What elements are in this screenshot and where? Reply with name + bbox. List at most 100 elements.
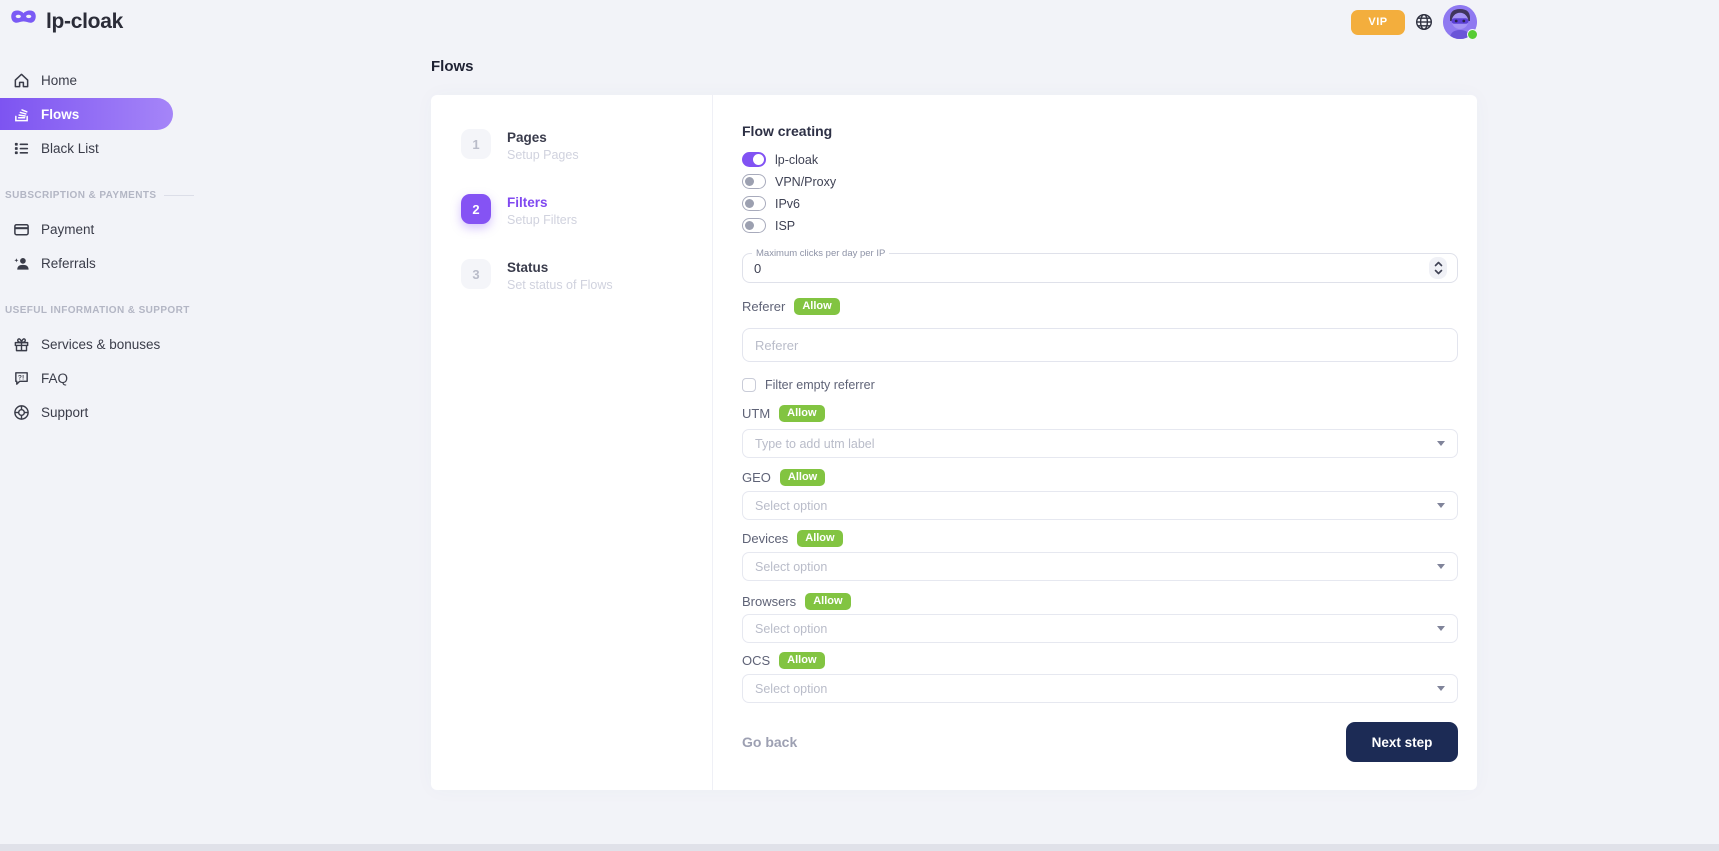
referer-allow-badge[interactable]: Allow xyxy=(794,298,839,315)
sidebar-item-payment[interactable]: Payment xyxy=(0,213,173,245)
sidebar-item-label: Flows xyxy=(41,107,79,122)
chevron-down-icon xyxy=(1437,686,1445,691)
max-clicks-label: Maximum clicks per day per IP xyxy=(752,248,889,259)
filter-empty-referrer-row[interactable]: Filter empty referrer xyxy=(742,377,1458,392)
chevron-down-icon xyxy=(1437,626,1445,631)
lp-cloak-toggle[interactable] xyxy=(742,152,766,167)
gift-icon xyxy=(12,335,30,353)
ipv6-toggle[interactable] xyxy=(742,196,766,211)
toggle-row-isp[interactable]: ISP xyxy=(742,218,1458,233)
logo-text: lp-cloak xyxy=(46,10,123,34)
toggle-label: VPN/Proxy xyxy=(775,175,836,189)
toggle-row-vpn-proxy[interactable]: VPN/Proxy xyxy=(742,174,1458,189)
ocs-label: OCS xyxy=(742,653,770,668)
sidebar-item-label: Support xyxy=(41,405,88,420)
sidebar-item-label: Referrals xyxy=(41,256,96,271)
language-globe-icon[interactable] xyxy=(1414,12,1434,32)
step-subtitle: Set status of Flows xyxy=(507,278,613,292)
bottom-strip xyxy=(0,844,1719,851)
geo-label: GEO xyxy=(742,470,771,485)
user-avatar[interactable] xyxy=(1443,5,1477,39)
sidebar-item-label: Payment xyxy=(41,222,94,237)
max-clicks-input[interactable] xyxy=(754,261,954,276)
sidebar: Home Flows Black List SUBSCRIPTION & PAY… xyxy=(0,44,200,430)
geo-allow-badge[interactable]: Allow xyxy=(780,469,825,486)
devices-label-row: Devices Allow xyxy=(742,530,1458,547)
step-pages[interactable]: 1 Pages Setup Pages xyxy=(461,129,712,162)
chevron-down-icon xyxy=(1437,564,1445,569)
geo-select[interactable]: Select option xyxy=(742,491,1458,520)
svg-text:?!: ?! xyxy=(17,374,23,381)
next-step-button[interactable]: Next step xyxy=(1346,722,1458,762)
step-number-badge: 1 xyxy=(461,129,491,159)
sidebar-item-flows[interactable]: Flows xyxy=(0,98,173,130)
checkbox-label: Filter empty referrer xyxy=(765,378,875,392)
step-status[interactable]: 3 Status Set status of Flows xyxy=(461,259,712,292)
ocs-allow-badge[interactable]: Allow xyxy=(779,652,824,669)
form-title: Flow creating xyxy=(742,123,1458,139)
browsers-allow-badge[interactable]: Allow xyxy=(805,593,850,610)
page-title: Flows xyxy=(431,58,1477,75)
app-logo[interactable]: lp-cloak xyxy=(10,9,123,34)
ocs-label-row: OCS Allow xyxy=(742,652,1458,669)
lifebuoy-icon xyxy=(12,403,30,421)
mask-icon xyxy=(10,9,37,34)
filter-empty-referrer-checkbox[interactable] xyxy=(742,378,756,392)
step-title: Status xyxy=(507,259,613,275)
step-number-badge: 2 xyxy=(461,194,491,224)
sidebar-item-faq[interactable]: ?! FAQ xyxy=(0,362,173,394)
step-title: Filters xyxy=(507,194,577,210)
sidebar-item-referrals[interactable]: Referrals xyxy=(0,247,173,279)
utm-select[interactable]: Type to add utm label xyxy=(742,429,1458,458)
chevron-down-icon xyxy=(1437,441,1445,446)
sidebar-item-label: FAQ xyxy=(41,371,68,386)
step-filters[interactable]: 2 Filters Setup Filters xyxy=(461,194,712,227)
step-subtitle: Setup Pages xyxy=(507,148,579,162)
filters-form: Flow creating lp-cloak VPN/Proxy IPv6 IS… xyxy=(713,95,1477,790)
utm-allow-badge[interactable]: Allow xyxy=(779,405,824,422)
toggle-row-ipv6[interactable]: IPv6 xyxy=(742,196,1458,211)
isp-toggle[interactable] xyxy=(742,218,766,233)
list-icon xyxy=(12,139,30,157)
form-footer: Go back Next step xyxy=(742,722,1458,762)
sidebar-item-label: Black List xyxy=(41,141,99,156)
toggle-row-lp-cloak[interactable]: lp-cloak xyxy=(742,152,1458,167)
topbar-actions: VIP xyxy=(1351,0,1477,44)
utm-label: UTM xyxy=(742,406,770,421)
flows-icon xyxy=(12,105,30,123)
max-clicks-field: Maximum clicks per day per IP xyxy=(742,248,1458,283)
referer-label-row: Referer Allow xyxy=(742,298,1458,315)
sidebar-item-services[interactable]: Services & bonuses xyxy=(0,328,173,360)
toggle-label: ISP xyxy=(775,219,795,233)
devices-label: Devices xyxy=(742,531,788,546)
step-number-badge: 3 xyxy=(461,259,491,289)
vpn-proxy-toggle[interactable] xyxy=(742,174,766,189)
go-back-button[interactable]: Go back xyxy=(742,734,797,750)
geo-label-row: GEO Allow xyxy=(742,469,1458,486)
devices-allow-badge[interactable]: Allow xyxy=(797,530,842,547)
browsers-label: Browsers xyxy=(742,594,796,609)
browsers-select[interactable]: Select option xyxy=(742,614,1458,643)
utm-label-row: UTM Allow xyxy=(742,405,1458,422)
wizard-steps-panel: 1 Pages Setup Pages 2 Filters Setup Filt… xyxy=(431,95,713,790)
browsers-label-row: Browsers Allow xyxy=(742,593,1458,610)
section-rule xyxy=(164,195,194,196)
sidebar-item-label: Services & bonuses xyxy=(41,337,160,352)
number-stepper-icon[interactable] xyxy=(1429,257,1447,279)
chevron-down-icon xyxy=(1437,503,1445,508)
step-subtitle: Setup Filters xyxy=(507,213,577,227)
toggle-label: IPv6 xyxy=(775,197,800,211)
referral-user-icon xyxy=(12,254,30,272)
sidebar-item-home[interactable]: Home xyxy=(0,64,173,96)
sidebar-item-support[interactable]: Support xyxy=(0,396,173,428)
sidebar-item-black-list[interactable]: Black List xyxy=(0,132,173,164)
referer-input[interactable] xyxy=(742,328,1458,362)
referer-label: Referer xyxy=(742,299,785,314)
sidebar-section-support: USEFUL INFORMATION & SUPPORT xyxy=(0,305,200,316)
devices-select[interactable]: Select option xyxy=(742,552,1458,581)
online-status-dot xyxy=(1467,29,1478,40)
flow-card: 1 Pages Setup Pages 2 Filters Setup Filt… xyxy=(431,95,1477,790)
vip-button[interactable]: VIP xyxy=(1351,10,1405,35)
sidebar-section-subscription: SUBSCRIPTION & PAYMENTS xyxy=(0,190,200,201)
ocs-select[interactable]: Select option xyxy=(742,674,1458,703)
